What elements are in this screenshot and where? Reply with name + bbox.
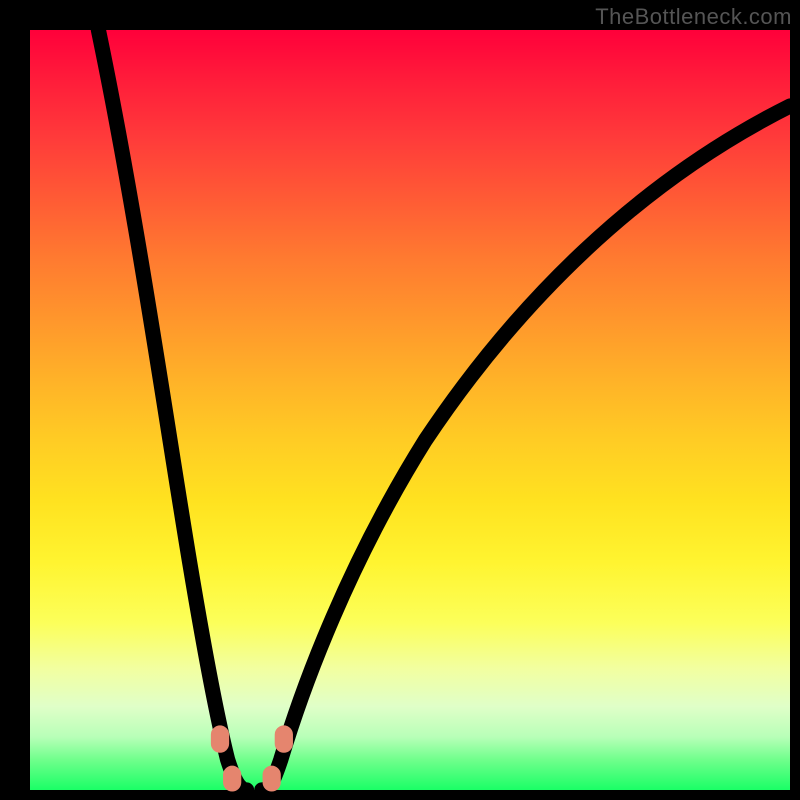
marker-upper-right [275,725,293,752]
curve-right [262,106,790,790]
plot-area [30,30,790,790]
chart-svg [30,30,790,790]
marker-lower-left [223,766,241,792]
curve-left [98,30,246,790]
marker-lower-right [263,766,281,792]
chart-frame: TheBottleneck.com [0,0,800,800]
watermark-text: TheBottleneck.com [595,4,792,30]
marker-upper-left [211,725,229,752]
